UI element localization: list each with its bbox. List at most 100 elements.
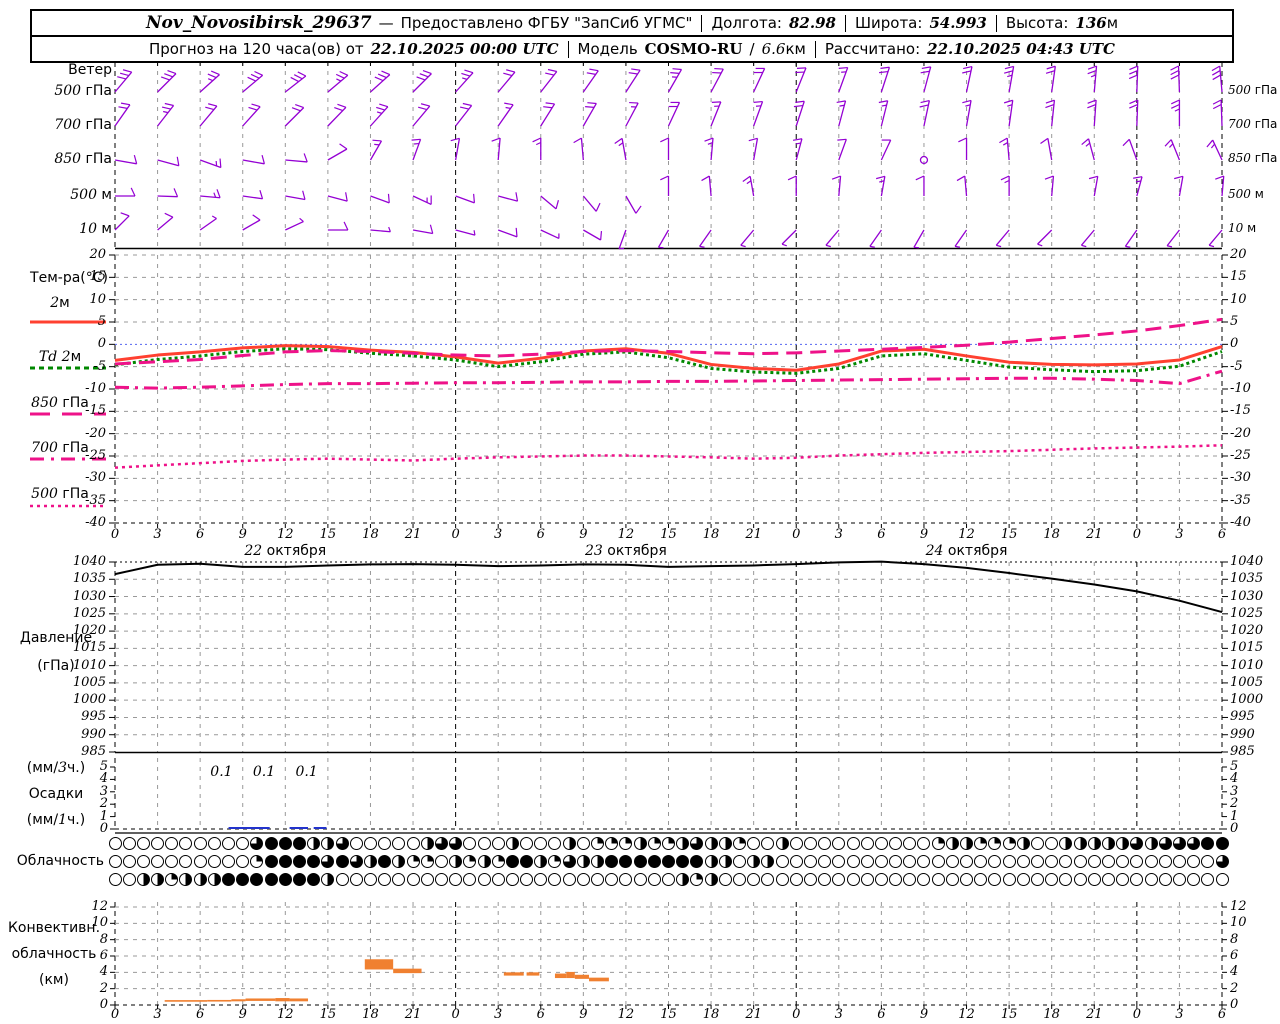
pressure-axis-tick-right: 1010	[1230, 657, 1264, 673]
wind-level-label-right: 500 гПа	[1228, 83, 1278, 97]
cloud-cover-symbol	[477, 855, 491, 868]
cloud-cover-symbol	[491, 837, 505, 850]
cloud-cover-symbol	[931, 855, 945, 868]
cloud-cover-symbol	[363, 873, 377, 886]
temp-axis-tick-left: 20	[89, 247, 106, 262]
hour-label-temp: 12	[617, 527, 635, 542]
hour-label-temp: 6	[536, 527, 545, 542]
cloud-cover-symbol	[293, 855, 306, 868]
cloud-cover-symbol	[477, 873, 491, 886]
cloud-cover-symbol	[1144, 837, 1158, 850]
hour-label-temp: 3	[153, 527, 162, 542]
temp-axis-tick-right: 15	[1230, 269, 1247, 285]
cloud-cover-symbol	[704, 855, 718, 868]
pressure-axis-tick-right: 1030	[1230, 588, 1264, 604]
wind-level-label-left: 500 м	[70, 187, 112, 203]
cloud-cover-symbol	[889, 837, 903, 850]
wind-level-label-left: 10 м	[79, 221, 112, 237]
cloud-cover-symbol	[193, 855, 207, 868]
cloud-cover-symbol	[1031, 837, 1044, 850]
temp-axis-tick-right: 5	[1230, 314, 1239, 329]
cloud-cover-symbol	[491, 855, 505, 868]
hour-label-temp: 3	[1175, 527, 1184, 542]
cloud-cover-symbol	[960, 873, 974, 886]
cloud-cover-symbol	[718, 873, 732, 886]
cloud-cover-symbol	[1016, 873, 1030, 886]
cloud-cover-symbol	[363, 855, 377, 868]
cloud-cover-symbol	[1215, 855, 1229, 868]
cloud-cover-symbol	[1087, 873, 1101, 886]
cloud-cover-symbol	[335, 837, 349, 850]
convective-axis-tick-right: 10	[1230, 915, 1247, 931]
cloud-cover-symbol	[889, 873, 903, 886]
cloud-cover-symbol	[576, 873, 590, 886]
cloud-cover-symbol	[732, 837, 746, 850]
cloud-cover-symbol	[718, 855, 732, 868]
pressure-axis-tick-left: 1035	[72, 571, 106, 587]
meteogram: Nov_Novosibirsk_29637 — Предоставлено ФГ…	[0, 0, 1280, 1024]
temp-axis-tick-left: -25	[85, 448, 106, 463]
hour-label-bottom: 6	[196, 1007, 205, 1022]
cloud-cover-symbol	[1101, 837, 1115, 850]
hour-label-bottom: 12	[277, 1007, 294, 1022]
hour-label-temp: 21	[404, 527, 422, 542]
temp-axis-tick-right: -15	[1230, 403, 1251, 419]
temp-axis-tick-right: 10	[1230, 291, 1247, 307]
cloud-cover-symbol	[505, 873, 519, 886]
convective-axis-tick-left: 10	[91, 915, 108, 931]
temp-axis-tick-right: -20	[1230, 425, 1251, 441]
cloud-cover-symbol	[803, 873, 817, 886]
cloud-cover-symbol	[1172, 837, 1186, 850]
cloud-cover-symbol	[1144, 873, 1158, 886]
hour-label-bottom: 15	[319, 1007, 337, 1022]
hour-label-bottom: 21	[404, 1007, 422, 1022]
hour-label-temp: 18	[702, 527, 720, 542]
cloud-cover-symbol	[520, 855, 534, 868]
hour-label-temp: 9	[579, 527, 588, 542]
cloud-cover-symbol	[335, 873, 349, 886]
cloud-cover-symbol	[1158, 837, 1172, 850]
date-label: 24 октября	[925, 543, 1008, 559]
hour-label-temp: 15	[319, 527, 337, 542]
cloud-cover-symbol	[931, 873, 945, 886]
convective-axis-tick-right: 6	[1230, 948, 1239, 963]
precip-amount-annotation: 0.1	[252, 764, 276, 780]
cloud-cover-symbol	[264, 837, 278, 850]
cloud-cover-symbol	[803, 837, 817, 850]
temp-axis-tick-left: -15	[85, 403, 106, 419]
wind-level-label-left: 700 гПа	[54, 117, 112, 133]
pressure-axis-tick-left: 1005	[72, 674, 106, 690]
hour-label-temp: 21	[745, 527, 762, 542]
wind-level-label-left: 500 гПа	[54, 83, 112, 99]
temp-axis-tick-left: 5	[97, 314, 106, 329]
cloud-cover-symbol	[1087, 855, 1101, 868]
hour-label-bottom: 9	[238, 1007, 247, 1022]
temp-axis-tick-left: -5	[93, 358, 106, 374]
temp-axis-tick-right: 20	[1230, 247, 1247, 262]
hour-label-bottom: 18	[702, 1007, 720, 1022]
cloud-cover-symbol	[1158, 873, 1172, 886]
hour-label-temp: 9	[238, 527, 247, 542]
convective-axis-tick-right: 12	[1230, 899, 1247, 914]
meteogram-chart	[30, 61, 1228, 1009]
temp-axis-tick-left: 0	[97, 336, 106, 352]
cloud-cover-symbol	[264, 855, 278, 868]
hour-label-bottom: 0	[451, 1007, 460, 1022]
pressure-axis-tick-right: 1005	[1230, 674, 1264, 690]
precip-amount-annotation: 0.1	[295, 764, 318, 780]
cloud-cover-symbol	[789, 873, 803, 886]
precip-axis-tick-left: 0	[99, 821, 108, 836]
cloud-cover-symbol	[591, 837, 605, 850]
cloud-cover-symbol	[633, 855, 647, 868]
cloud-cover-symbol	[406, 855, 420, 868]
hour-label-temp: 0	[110, 527, 120, 542]
hour-label-bottom: 3	[1175, 1007, 1184, 1022]
cloud-cover-symbol	[633, 873, 647, 886]
hour-label-bottom: 15	[660, 1007, 677, 1022]
cloud-cover-symbol	[1016, 855, 1030, 868]
cloud-cover-symbol	[108, 837, 122, 850]
cloud-cover-symbol	[1101, 855, 1115, 868]
cloud-cover-symbol	[151, 873, 165, 886]
pressure-axis-tick-right: 985	[1230, 744, 1255, 759]
cloud-cover-symbol	[349, 873, 363, 886]
